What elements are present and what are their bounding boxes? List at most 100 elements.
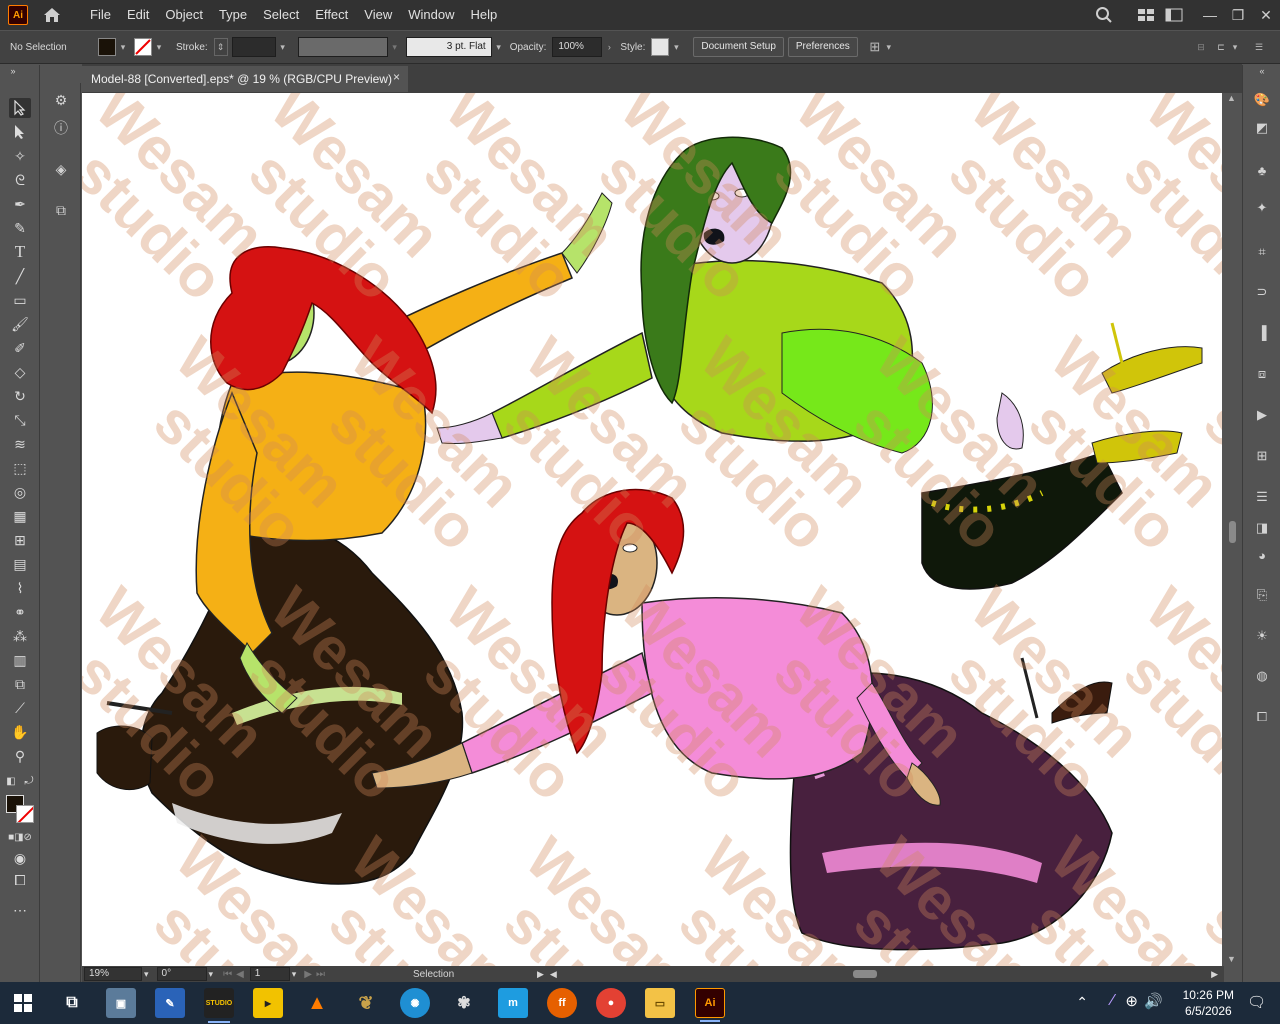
- zoom-tool-icon[interactable]: ⚲: [9, 746, 31, 766]
- brushes-icon[interactable]: ✦: [1251, 198, 1273, 218]
- stroke-stepper[interactable]: ⇕: [213, 38, 228, 56]
- rotate-tool-icon[interactable]: ↻: [9, 386, 31, 406]
- artboard-number-field[interactable]: 1: [249, 967, 290, 981]
- chrome-app-icon[interactable]: ●: [596, 988, 626, 1018]
- color-icon[interactable]: 🎨: [1251, 90, 1273, 110]
- collapse-panel-icon[interactable]: »: [2, 65, 24, 77]
- eyedropper-tool-icon[interactable]: ⌇: [9, 578, 31, 598]
- selection-tool-icon[interactable]: [9, 98, 31, 118]
- color-guide-icon[interactable]: ◩: [1251, 118, 1273, 138]
- volume-icon[interactable]: 🔊: [1144, 992, 1163, 1010]
- zoom-field[interactable]: 19%: [84, 967, 142, 981]
- krita-app-icon[interactable]: ✾: [449, 988, 479, 1018]
- export-icon[interactable]: ⎘: [1251, 585, 1273, 605]
- info-icon[interactable]: ⓘ: [50, 117, 72, 139]
- stroke-color-swatch[interactable]: [16, 805, 34, 823]
- chevron-down-icon[interactable]: ▾: [152, 38, 166, 56]
- close-tab-icon[interactable]: ×: [393, 70, 400, 84]
- next-artboard-icon[interactable]: ▶: [304, 969, 312, 980]
- status-menu-icon[interactable]: ▶: [537, 969, 544, 980]
- arrange-documents-icon[interactable]: [1160, 0, 1188, 30]
- screen-mode-icon[interactable]: ⧠: [9, 870, 31, 890]
- fill-swatch[interactable]: [98, 38, 116, 56]
- mi-app-icon[interactable]: m: [498, 988, 528, 1018]
- opacity-field[interactable]: 100%: [552, 37, 603, 57]
- restore-icon[interactable]: ❐: [1224, 0, 1252, 30]
- last-artboard-icon[interactable]: ⏭: [316, 969, 325, 980]
- gradient-panel-icon[interactable]: ◨: [1251, 518, 1273, 538]
- artboard[interactable]: Wesamstudio Wesamstudio Wesamstudio Wesamst…: [82, 93, 1222, 966]
- previous-artboard-icon[interactable]: ◀: [236, 969, 244, 980]
- brush-definition-field[interactable]: 3 pt. Flat: [405, 37, 492, 57]
- rectangle-tool-icon[interactable]: ▭: [9, 290, 31, 310]
- chevron-down-icon[interactable]: ▾: [209, 969, 214, 980]
- curvature-tool-icon[interactable]: ✎: [9, 218, 31, 238]
- align-icon[interactable]: ⊟: [1194, 38, 1208, 56]
- gimp-app-icon[interactable]: ❦: [351, 988, 381, 1018]
- free-transform-tool-icon[interactable]: ⬚: [9, 458, 31, 478]
- menu-file[interactable]: File: [82, 0, 119, 30]
- links-icon[interactable]: ⧠: [1251, 707, 1273, 727]
- transform-panel-icon[interactable]: ⊞: [1251, 446, 1273, 466]
- document-setup-button[interactable]: Document Setup: [693, 37, 784, 57]
- shaper-tool-icon[interactable]: ✐: [9, 338, 31, 358]
- scroll-down-icon[interactable]: ▼: [1227, 954, 1236, 964]
- chevron-down-icon[interactable]: ▾: [144, 969, 149, 980]
- paragraph-icon[interactable]: ☰: [1251, 487, 1273, 507]
- draw-mode-icon[interactable]: ◉: [9, 848, 31, 868]
- pen-menu-icon[interactable]: ⁄: [1111, 992, 1114, 1010]
- symbols-icon[interactable]: ⌗: [1251, 242, 1273, 262]
- scroll-right-icon[interactable]: ▶: [1211, 969, 1218, 980]
- windows-start-icon[interactable]: [8, 988, 38, 1018]
- network-globe-icon[interactable]: ⊕: [1125, 992, 1138, 1010]
- menu-select[interactable]: Select: [255, 0, 307, 30]
- horizontal-scrollbar-thumb[interactable]: [852, 970, 877, 978]
- first-artboard-icon[interactable]: ⏮: [223, 969, 232, 980]
- notifications-icon[interactable]: 🗨: [1247, 993, 1266, 1011]
- player-app-icon[interactable]: ▶: [253, 988, 283, 1018]
- preferences-button[interactable]: Preferences: [787, 37, 858, 57]
- stroke-icon[interactable]: ⊃: [1251, 282, 1273, 302]
- scrollbar-thumb[interactable]: [1229, 521, 1236, 543]
- task-view-icon[interactable]: ⧉: [57, 988, 87, 1018]
- rotation-field[interactable]: 0°: [156, 967, 207, 981]
- stroke-swatch[interactable]: [134, 38, 152, 56]
- system-clock[interactable]: 10:26 PM 6/5/2026: [1183, 987, 1234, 1019]
- home-icon[interactable]: [42, 5, 62, 25]
- default-colors-icon[interactable]: ◧: [4, 774, 18, 788]
- chevron-down-icon[interactable]: ▾: [116, 38, 130, 56]
- pathfinder-icon[interactable]: ⧈: [1251, 364, 1273, 384]
- chevron-down-icon[interactable]: ▾: [492, 38, 506, 56]
- menu-edit[interactable]: Edit: [119, 0, 157, 30]
- type-tool-icon[interactable]: T: [9, 242, 31, 262]
- close-window-icon[interactable]: ✕: [1252, 0, 1280, 30]
- slice-tool-icon[interactable]: ⟋: [9, 698, 31, 718]
- file-explorer-icon[interactable]: ▭: [645, 988, 675, 1018]
- align-panel-icon[interactable]: ▐: [1251, 322, 1273, 342]
- stroke-weight-field[interactable]: [231, 37, 276, 57]
- vertical-scrollbar[interactable]: ▲ ▼: [1224, 93, 1240, 966]
- variable-width-profile[interactable]: [297, 37, 388, 57]
- artboards-icon[interactable]: ⧉: [50, 199, 72, 221]
- photos-app-icon[interactable]: ▣: [106, 988, 136, 1018]
- transform-icon[interactable]: ⊞: [868, 38, 882, 56]
- more-tools-icon[interactable]: ⋯: [9, 900, 31, 920]
- scale-tool-icon[interactable]: ⤡: [9, 410, 31, 430]
- firefox-app-icon[interactable]: ff: [547, 988, 577, 1018]
- blend-tool-icon[interactable]: ⚭: [9, 602, 31, 622]
- lasso-tool-icon[interactable]: ᘓ: [9, 170, 31, 190]
- pen-tool-icon[interactable]: ✒: [9, 194, 31, 214]
- menu-help[interactable]: Help: [462, 0, 505, 30]
- warp-tool-icon[interactable]: ≋: [9, 434, 31, 454]
- eraser-tool-icon[interactable]: ◇: [9, 362, 31, 382]
- chevron-down-icon[interactable]: ▾: [276, 38, 290, 56]
- horizontal-scrollbar[interactable]: [563, 970, 1205, 978]
- vlc-app-icon[interactable]: ▲: [302, 988, 332, 1018]
- document-tab[interactable]: Model-88 [Converted].eps* @ 19 % (RGB/CP…: [82, 66, 408, 92]
- show-hidden-icons[interactable]: ⌃: [1076, 994, 1088, 1011]
- scroll-up-icon[interactable]: ▲: [1227, 93, 1236, 103]
- menu-type[interactable]: Type: [211, 0, 255, 30]
- swap-colors-icon[interactable]: ⤾: [22, 774, 36, 788]
- menu-window[interactable]: Window: [400, 0, 462, 30]
- actions-icon[interactable]: ▶: [1251, 405, 1273, 425]
